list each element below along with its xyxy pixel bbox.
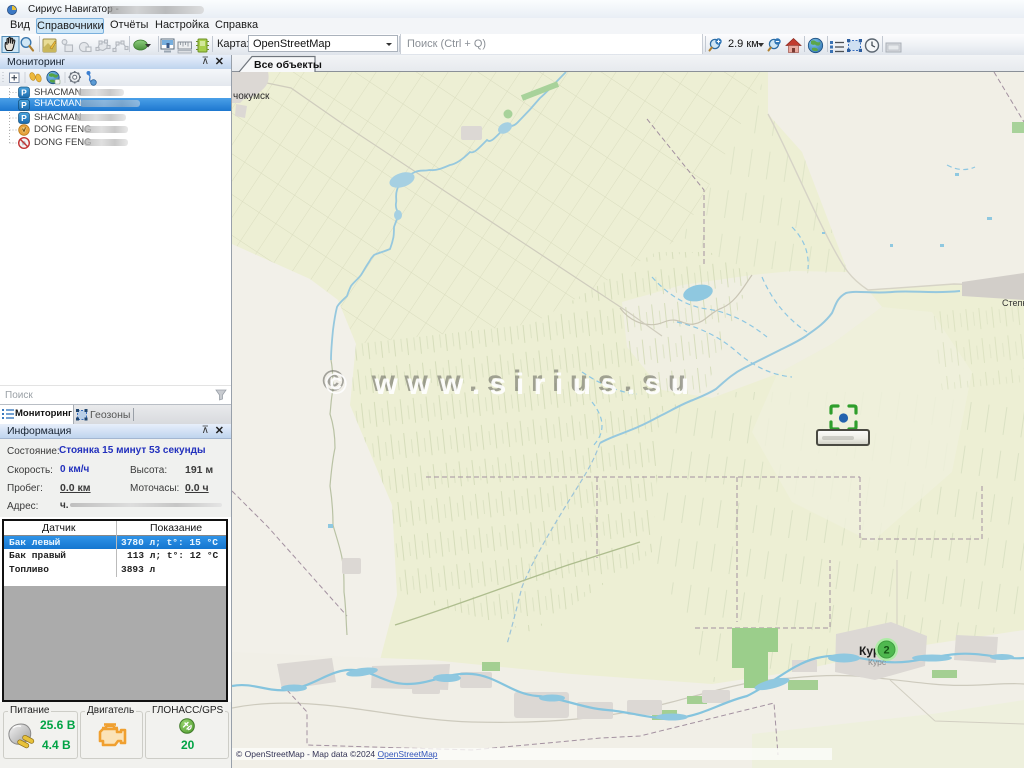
svg-text:Степн: Степн bbox=[1002, 298, 1024, 308]
svg-text:P: P bbox=[21, 88, 27, 98]
svg-text:2: 2 bbox=[883, 645, 889, 657]
svg-text:P: P bbox=[21, 113, 27, 123]
svg-text:© www.sirius.su: © www.sirius.su bbox=[325, 368, 699, 401]
svg-text:© OpenStreetMap - Map data ©20: © OpenStreetMap - Map data ©2024 OpenStr… bbox=[236, 749, 438, 759]
svg-text:P: P bbox=[21, 100, 27, 110]
svg-text:чокумск: чокумск bbox=[233, 91, 270, 102]
